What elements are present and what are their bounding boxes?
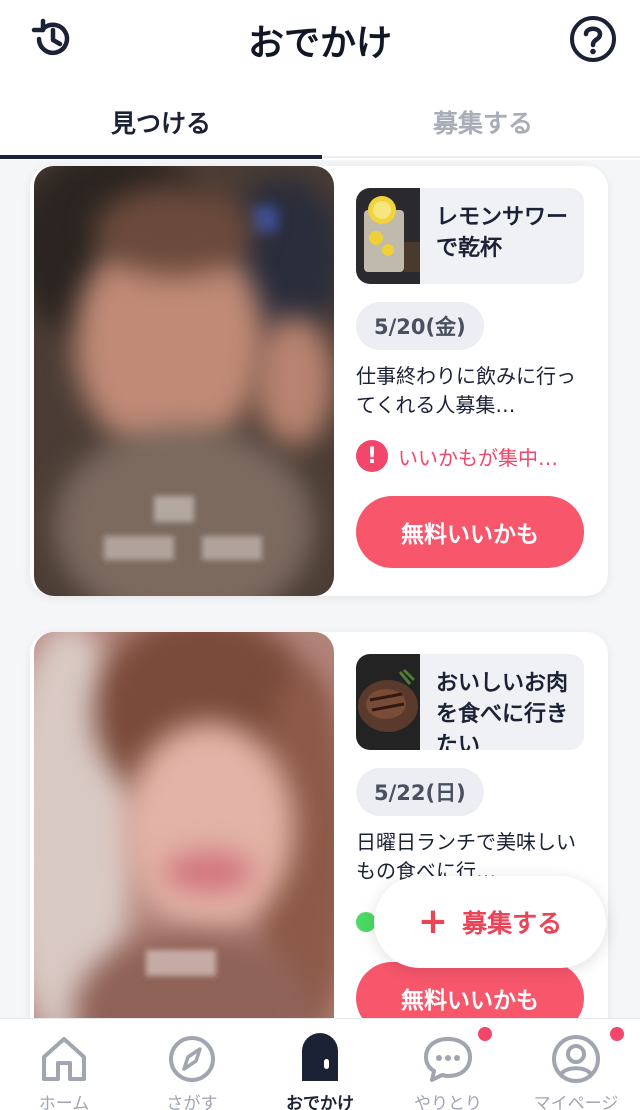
nav-label: ホーム bbox=[38, 1094, 90, 1110]
help-icon bbox=[570, 16, 616, 62]
plus-icon: + bbox=[417, 901, 449, 942]
help-button[interactable] bbox=[568, 14, 618, 64]
topic-tag[interactable]: おいしいお肉を食べに行きたい bbox=[356, 654, 584, 750]
nav-label: やりとり bbox=[414, 1094, 482, 1110]
nav-outing[interactable]: おでかけ bbox=[256, 1025, 384, 1110]
alert-text: いいかもが集中… bbox=[398, 445, 558, 470]
fab-label: 募集する bbox=[462, 909, 563, 938]
free-like-button[interactable]: 無料いいかも bbox=[356, 962, 584, 1018]
profile-icon bbox=[552, 1035, 600, 1083]
tab-recruit[interactable]: 募集する bbox=[322, 88, 640, 156]
card-description: 仕事終わりに飲みに行ってくれる人募集… bbox=[356, 364, 576, 417]
steak-thumbnail bbox=[356, 654, 420, 750]
nav-search[interactable]: さがす bbox=[128, 1025, 256, 1110]
nav-label: おでかけ bbox=[286, 1094, 354, 1110]
chat-icon bbox=[424, 1037, 472, 1082]
topic-tag[interactable]: レモンサワーで乾杯 bbox=[356, 188, 584, 284]
bottom-navigation: ホーム さがす おでかけ やりとり マイページ bbox=[0, 1018, 640, 1110]
notification-badge bbox=[610, 1027, 624, 1041]
home-icon bbox=[42, 1037, 86, 1081]
profile-photo[interactable] bbox=[34, 166, 334, 596]
topic-title: レモンサワーで乾杯 bbox=[436, 205, 569, 261]
nav-mypage[interactable]: マイページ bbox=[512, 1025, 640, 1110]
date-chip: 5/22(日) bbox=[356, 768, 484, 816]
tab-find[interactable]: 見つける bbox=[0, 88, 322, 159]
profile-photo[interactable] bbox=[34, 632, 334, 1018]
free-like-button[interactable]: 無料いいかも bbox=[356, 496, 584, 568]
popularity-alert: ! いいかもが集中… bbox=[356, 438, 590, 474]
date-chip: 5/20(金) bbox=[356, 302, 484, 350]
door-icon bbox=[302, 1033, 338, 1081]
topic-title: おいしいお肉を食べに行きたい bbox=[436, 671, 569, 750]
nav-home[interactable]: ホーム bbox=[0, 1025, 128, 1110]
tab-bar: 見つける 募集する bbox=[0, 88, 640, 159]
lemon-sour-thumbnail bbox=[356, 188, 420, 284]
compass-icon bbox=[169, 1036, 215, 1082]
header: おでかけ bbox=[0, 0, 640, 82]
exclamation-icon: ! bbox=[356, 440, 388, 472]
create-recruitment-button[interactable]: + 募集する bbox=[374, 876, 606, 968]
notification-badge bbox=[478, 1027, 492, 1041]
nav-label: マイページ bbox=[533, 1094, 619, 1110]
nav-messages[interactable]: やりとり bbox=[384, 1025, 512, 1110]
online-dot bbox=[356, 912, 376, 932]
nav-label: さがす bbox=[166, 1094, 218, 1110]
outing-card[interactable]: レモンサワーで乾杯 5/20(金) 仕事終わりに飲みに行ってくれる人募集… ! … bbox=[30, 166, 608, 596]
page-title: おでかけ bbox=[247, 23, 392, 64]
